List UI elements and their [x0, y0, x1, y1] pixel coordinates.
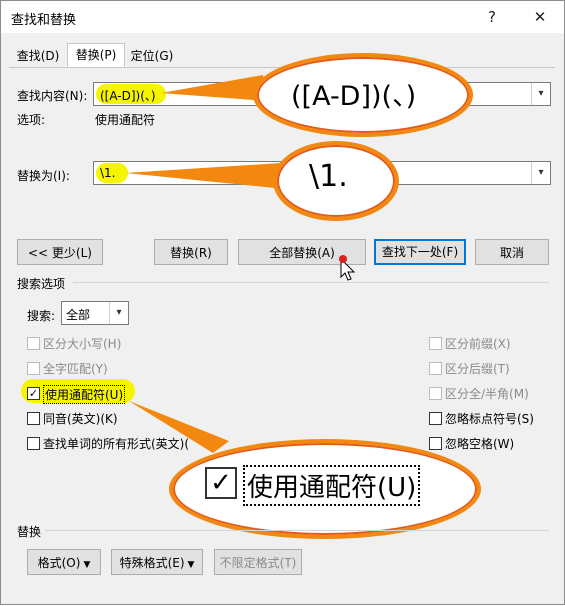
replace-callout-pointer: [126, 163, 285, 189]
checkbox-label: 区分后缀(T): [445, 362, 510, 376]
find-callout-text: ([A-D])(、): [291, 81, 417, 112]
checkbox-label: 使用通配符(U): [43, 385, 126, 404]
chevron-down-icon: ▼: [187, 560, 195, 570]
checkbox-label: 全字匹配(Y): [43, 362, 108, 376]
format-button[interactable]: 格式(O) ▼: [27, 549, 101, 575]
wildcard-callout: ✓ 使用通配符(U): [169, 439, 481, 539]
format-label: 格式(O): [37, 556, 81, 570]
cancel-button[interactable]: 取消: [475, 239, 549, 265]
checkbox-label: 区分前缀(X): [445, 337, 511, 351]
checkbox-box[interactable]: [429, 362, 442, 375]
checkbox-label: 区分全/半角(M): [445, 387, 529, 401]
no-formatting-button[interactable]: 不限定格式(T): [214, 549, 302, 575]
find-callout: ([A-D])(、): [253, 53, 473, 137]
replace-button[interactable]: 替换(R): [154, 239, 228, 265]
mouse-cursor-icon: [339, 255, 356, 281]
chevron-down-icon: ▼: [83, 560, 91, 570]
check-icon[interactable]: ✓: [27, 387, 40, 400]
checkbox-box[interactable]: [27, 362, 40, 375]
checkbox-label: 忽略空格(W): [445, 437, 515, 451]
checkbox-box[interactable]: [429, 412, 442, 425]
checkbox-box[interactable]: [27, 412, 40, 425]
replace-callout: \1.: [273, 141, 399, 221]
find-callout-pointer: [161, 75, 267, 101]
special-format-label: 特殊格式(E): [119, 556, 185, 570]
checkbox-label: 区分大小写(H): [43, 337, 122, 351]
chevron-down-icon[interactable]: ▾: [109, 302, 128, 324]
search-direction-select[interactable]: 全部 ▾: [61, 301, 129, 325]
checkbox-label: 同音(英文)(K): [43, 412, 118, 426]
search-options-title: 搜索选项: [17, 277, 66, 291]
checkbox-box[interactable]: [429, 337, 442, 350]
special-format-button[interactable]: 特殊格式(E) ▼: [111, 549, 203, 575]
section-divider: [45, 530, 549, 531]
replace-callout-text: \1.: [309, 159, 348, 194]
checkbox-label: 忽略标点符号(S): [445, 412, 534, 426]
replace-section-title: 替换: [17, 525, 42, 539]
search-direction-value: 全部: [66, 308, 91, 322]
checkbox-box[interactable]: [27, 337, 40, 350]
section-divider: [73, 282, 549, 283]
checkbox-box[interactable]: [429, 387, 442, 400]
search-label: 搜索:: [27, 309, 56, 323]
checkbox-box[interactable]: [429, 437, 442, 450]
find-replace-dialog: 查找和替换 ? ✕ 查找(D) 替换(P) 定位(G) 查找内容(N): ([A…: [0, 0, 565, 605]
checkbox-label: 查找单词的所有形式(英文)(: [43, 437, 190, 451]
check-icon: ✓: [205, 467, 237, 499]
wildcard-callout-text: 使用通配符(U): [243, 465, 421, 506]
less-button[interactable]: << 更少(L): [17, 239, 103, 265]
checkbox-box[interactable]: [27, 437, 40, 450]
find-next-button[interactable]: 查找下一处(F): [374, 239, 466, 265]
